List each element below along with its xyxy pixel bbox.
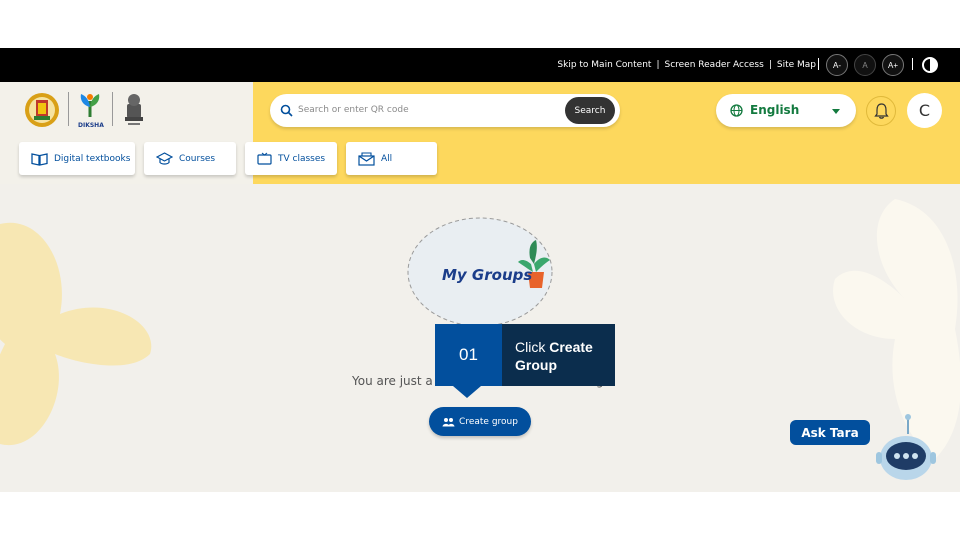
- screen-reader-link[interactable]: Screen Reader Access: [664, 60, 763, 70]
- divider: [912, 58, 913, 70]
- chevron-down-icon: [832, 109, 840, 114]
- site-map-link[interactable]: Site Map: [777, 60, 816, 70]
- logo-divider: [68, 92, 69, 126]
- language-selector[interactable]: English: [716, 94, 856, 127]
- callout-pointer: [453, 386, 481, 398]
- robot-assistant-icon[interactable]: [872, 412, 936, 482]
- empty-state-message: You are just a s g: [352, 374, 604, 388]
- book-icon: [31, 152, 48, 166]
- tab-all[interactable]: All: [346, 142, 437, 175]
- group-icon: [442, 417, 455, 427]
- step-instruction-prefix: Click: [515, 339, 550, 355]
- divider: [818, 58, 819, 70]
- create-group-button[interactable]: Create group: [429, 407, 531, 436]
- page-title: My Groups: [442, 266, 533, 284]
- notification-button[interactable]: [866, 96, 896, 126]
- create-group-label: Create group: [459, 416, 518, 427]
- contrast-icon[interactable]: [922, 57, 938, 73]
- india-emblem-icon: [125, 94, 143, 125]
- decorative-leaf-left: [0, 222, 152, 446]
- step-instruction: Click Create Group: [502, 324, 615, 386]
- tab-digital-textbooks[interactable]: Digital textbooks: [19, 142, 135, 175]
- envelope-icon: [358, 151, 375, 166]
- search-button[interactable]: Search: [565, 97, 615, 124]
- skip-to-main-link[interactable]: Skip to Main Content: [557, 60, 651, 70]
- step-number: 01: [435, 324, 502, 386]
- tab-label: TV classes: [278, 153, 326, 164]
- accessibility-bar: Skip to Main Content | Screen Reader Acc…: [0, 48, 960, 82]
- tab-courses[interactable]: Courses: [144, 142, 236, 175]
- search-input[interactable]: Search or enter QR code: [298, 105, 409, 115]
- logo-divider: [112, 92, 113, 126]
- tamil-nadu-emblem-icon: [25, 93, 59, 127]
- search-icon: [280, 104, 293, 117]
- ask-tara-button[interactable]: Ask Tara: [790, 420, 870, 445]
- search-bar: Search or enter QR code Search: [270, 94, 620, 127]
- link-separator: |: [768, 60, 772, 70]
- empty-state-text: You are just a s: [352, 374, 443, 388]
- tab-label: Digital textbooks: [54, 153, 131, 164]
- link-separator: |: [656, 60, 660, 70]
- tab-label: All: [381, 153, 393, 164]
- avatar[interactable]: C: [907, 93, 942, 128]
- diksha-logo-icon: [80, 94, 100, 117]
- tv-icon: [257, 152, 272, 165]
- font-increase-button[interactable]: A+: [882, 54, 904, 76]
- graduation-cap-icon: [156, 152, 173, 165]
- font-reset-button[interactable]: A: [854, 54, 876, 76]
- globe-icon: [730, 104, 743, 117]
- accessibility-links: Skip to Main Content | Screen Reader Acc…: [557, 48, 816, 82]
- font-decrease-button[interactable]: A-: [826, 54, 848, 76]
- diksha-label: DIKSHA: [78, 122, 104, 129]
- tab-label: Courses: [179, 153, 216, 164]
- bell-icon: [874, 103, 889, 119]
- tab-tv-classes[interactable]: TV classes: [245, 142, 337, 175]
- language-selected: English: [750, 103, 800, 117]
